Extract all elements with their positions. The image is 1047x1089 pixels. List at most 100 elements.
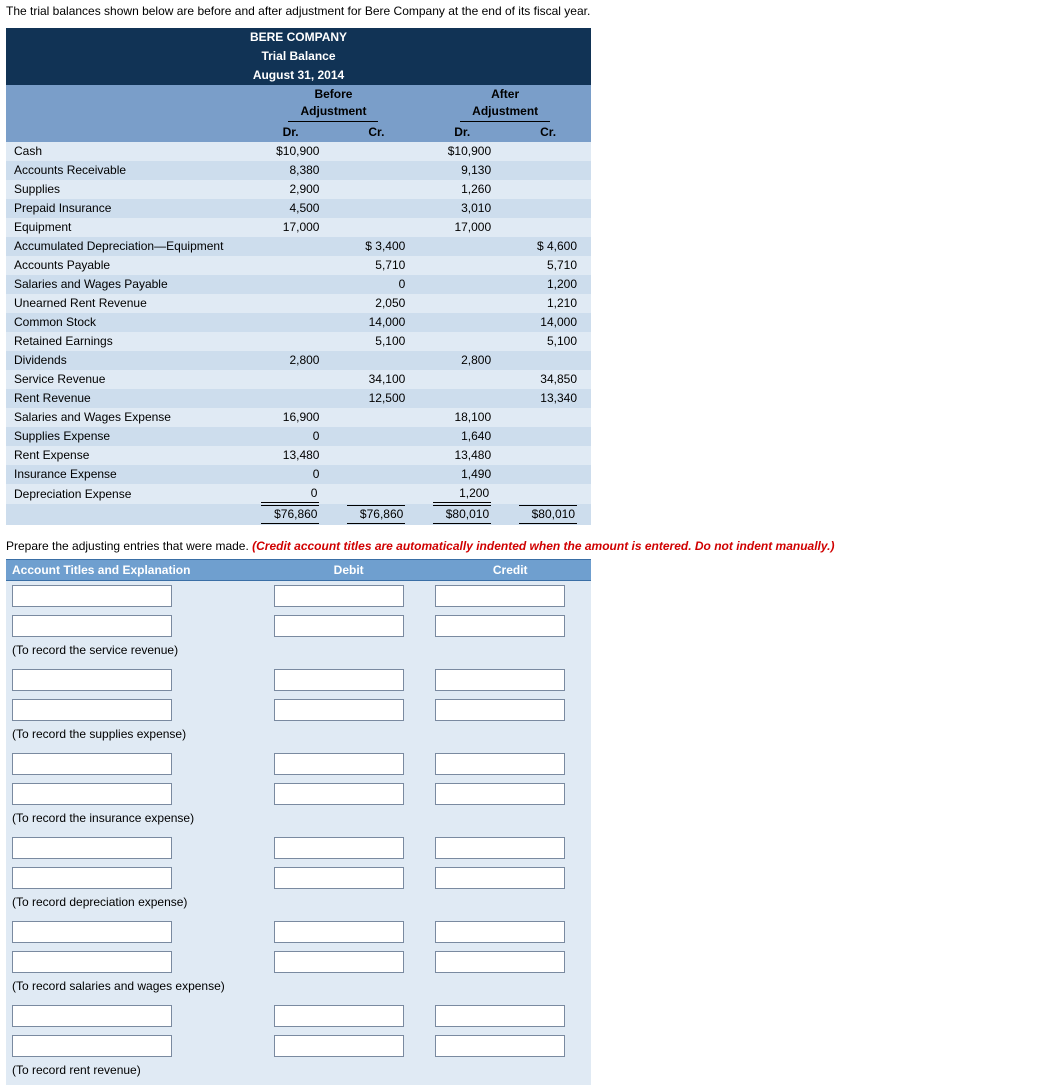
account-name: Rent Revenue [6,389,248,408]
debit-input[interactable] [274,1035,404,1057]
debit-input[interactable] [274,867,404,889]
account-name: Supplies [6,180,248,199]
table-row: Accounts Payable5,7105,710 [6,256,591,275]
col-account-titles: Account Titles and Explanation [6,560,268,581]
table-row: Equipment17,00017,000 [6,218,591,237]
before-adjustment-header: Before Adjustment [248,85,420,123]
table-row: Accumulated Depreciation—Equipment$ 3,40… [6,237,591,256]
table-row: Insurance Expense01,490 [6,465,591,484]
trial-balance-table: BERE COMPANY Trial Balance August 31, 20… [6,28,591,525]
table-row: Salaries and Wages Expense16,90018,100 [6,408,591,427]
credit-input[interactable] [435,1035,565,1057]
adjusting-entries-table: Account Titles and Explanation Debit Cre… [6,559,591,1085]
entry-note-row: (To record depreciation expense) [6,893,591,917]
col-after-cr: Cr. [505,123,591,142]
entry-row [6,581,591,612]
table-row: Unearned Rent Revenue2,0501,210 [6,294,591,313]
account-title-input[interactable] [12,783,172,805]
account-name: Service Revenue [6,370,248,389]
account-name: Retained Earnings [6,332,248,351]
debit-input[interactable] [274,699,404,721]
entry-note: (To record the service revenue) [6,641,591,665]
account-name: Insurance Expense [6,465,248,484]
entry-row [6,611,591,641]
account-name: Depreciation Expense [6,484,248,504]
entry-note: (To record the insurance expense) [6,809,591,833]
after-adjustment-header: After Adjustment [419,85,591,123]
credit-input[interactable] [435,1005,565,1027]
entry-row [6,833,591,863]
account-title-input[interactable] [12,921,172,943]
intro-text: The trial balances shown below are befor… [6,4,1047,18]
col-debit: Debit [268,560,430,581]
entry-note-row: (To record the insurance expense) [6,809,591,833]
debit-input[interactable] [274,783,404,805]
credit-input[interactable] [435,921,565,943]
table-row: Common Stock14,00014,000 [6,313,591,332]
account-name: Prepaid Insurance [6,199,248,218]
entry-note-row: (To record the service revenue) [6,641,591,665]
account-title-input[interactable] [12,753,172,775]
table-row: Service Revenue34,10034,850 [6,370,591,389]
account-title-input[interactable] [12,837,172,859]
account-name: Accumulated Depreciation—Equipment [6,237,248,256]
credit-input[interactable] [435,837,565,859]
credit-input[interactable] [435,699,565,721]
debit-input[interactable] [274,615,404,637]
account-name: Dividends [6,351,248,370]
entry-note: (To record rent revenue) [6,1061,591,1085]
account-title-input[interactable] [12,669,172,691]
credit-input[interactable] [435,753,565,775]
account-title-input[interactable] [12,585,172,607]
debit-input[interactable] [274,951,404,973]
credit-input[interactable] [435,669,565,691]
debit-input[interactable] [274,753,404,775]
entry-row [6,1001,591,1031]
account-name: Supplies Expense [6,427,248,446]
account-title-input[interactable] [12,867,172,889]
col-after-dr: Dr. [419,123,505,142]
table-row: Dividends2,8002,800 [6,351,591,370]
table-row: Retained Earnings5,1005,100 [6,332,591,351]
table-row: Rent Expense13,48013,480 [6,446,591,465]
instruction-text: Prepare the adjusting entries that were … [6,539,1047,553]
col-before-dr: Dr. [248,123,334,142]
debit-input[interactable] [274,837,404,859]
entry-row [6,917,591,947]
account-title-input[interactable] [12,699,172,721]
account-title-input[interactable] [12,1005,172,1027]
entry-note: (To record the supplies expense) [6,725,591,749]
debit-input[interactable] [274,585,404,607]
credit-input[interactable] [435,783,565,805]
entry-row [6,665,591,695]
credit-input[interactable] [435,585,565,607]
company-name: BERE COMPANY [6,28,591,47]
table-row: Salaries and Wages Payable01,200 [6,275,591,294]
account-title-input[interactable] [12,615,172,637]
debit-input[interactable] [274,669,404,691]
table-row: Rent Revenue12,50013,340 [6,389,591,408]
entry-note: (To record salaries and wages expense) [6,977,591,1001]
entry-note: (To record depreciation expense) [6,893,591,917]
total-before-dr: $76,860 [248,504,334,525]
account-name: Cash [6,142,248,161]
table-row: Supplies Expense01,640 [6,427,591,446]
table-row: Cash$10,900$10,900 [6,142,591,161]
entry-row [6,779,591,809]
account-title-input[interactable] [12,951,172,973]
account-title-input[interactable] [12,1035,172,1057]
debit-input[interactable] [274,1005,404,1027]
credit-input[interactable] [435,867,565,889]
entry-row [6,749,591,779]
debit-input[interactable] [274,921,404,943]
entry-row [6,1031,591,1061]
credit-input[interactable] [435,615,565,637]
account-name: Accounts Receivable [6,161,248,180]
account-name: Salaries and Wages Payable [6,275,248,294]
table-row: Supplies2,9001,260 [6,180,591,199]
total-after-cr: $80,010 [505,504,591,525]
entry-row [6,695,591,725]
credit-input[interactable] [435,951,565,973]
account-name: Unearned Rent Revenue [6,294,248,313]
report-title: Trial Balance [6,47,591,66]
